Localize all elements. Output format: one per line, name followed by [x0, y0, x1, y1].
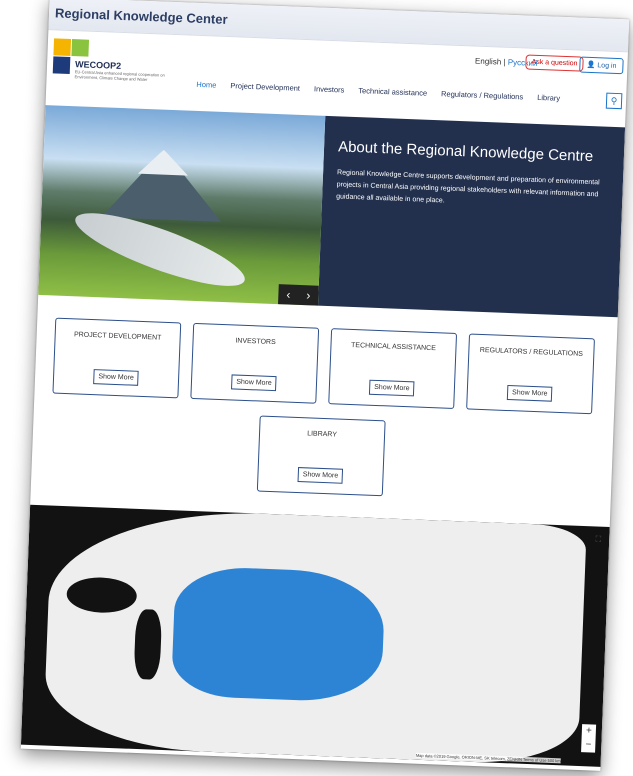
- lang-separator: |: [503, 57, 506, 67]
- hero-description: Regional Knowledge Centre supports devel…: [336, 169, 600, 205]
- card-title: REGULATORS / REGULATIONS: [479, 346, 583, 358]
- login-label: Log in: [597, 62, 617, 70]
- login-button[interactable]: 👤 Log in: [579, 56, 624, 75]
- snow-peak-shape: [137, 148, 189, 176]
- carousel-next-icon[interactable]: ›: [298, 285, 319, 306]
- fullscreen-icon[interactable]: ⛶: [595, 535, 601, 545]
- show-more-button[interactable]: Show More: [93, 369, 140, 386]
- show-more-button[interactable]: Show More: [297, 467, 344, 484]
- card-title: INVESTORS: [235, 337, 276, 347]
- carousel-prev-icon[interactable]: ‹: [278, 284, 299, 305]
- zoom-out-button[interactable]: −: [581, 738, 596, 753]
- logo-yellow-square: [53, 38, 72, 56]
- card-title: PROJECT DEVELOPMENT: [73, 331, 162, 342]
- central-asia-region-highlight[interactable]: [170, 565, 386, 704]
- lang-english-link[interactable]: English: [475, 57, 502, 67]
- logo-navy-square: [52, 56, 71, 74]
- map-zoom-controls: + −: [581, 724, 597, 753]
- logo-subtitle: EU-Central Asia enhanced regional cooper…: [74, 69, 165, 82]
- hero-title: About the Regional Knowledge Centre: [337, 138, 594, 166]
- card-regulators: REGULATORS / REGULATIONS Show More: [466, 333, 595, 415]
- card-title: LIBRARY: [307, 430, 338, 439]
- zoom-in-button[interactable]: +: [582, 724, 597, 739]
- show-more-button[interactable]: Show More: [231, 374, 277, 392]
- user-icon: 👤: [586, 61, 596, 70]
- nav-home[interactable]: Home: [196, 80, 216, 90]
- carousel-controls: ‹ ›: [278, 284, 319, 306]
- card-technical-assistance: TECHNICAL ASSISTANCE Show More: [328, 328, 458, 409]
- nav-technical-assistance[interactable]: Technical assistance: [358, 86, 427, 98]
- main-nav: Home Project Development Investors Techn…: [196, 80, 560, 103]
- search-icon[interactable]: ⚲: [605, 92, 623, 110]
- hero-section: ‹ › About the Regional Knowledge Centre …: [38, 105, 626, 318]
- nav-library[interactable]: Library: [537, 93, 560, 103]
- ask-question-button[interactable]: Ask a question: [525, 54, 584, 72]
- nav-project-development[interactable]: Project Development: [230, 81, 300, 93]
- hero-landscape-image: ‹ ›: [38, 105, 326, 306]
- card-investors: INVESTORS Show More: [190, 322, 320, 404]
- central-asia-map[interactable]: ⛶ + − Map data ©2019 Google, ORION-ME, S…: [20, 504, 610, 767]
- nav-regulators[interactable]: Regulators / Regulations: [441, 89, 523, 101]
- show-more-button[interactable]: Show More: [506, 385, 553, 402]
- card-library: LIBRARY Show More: [256, 415, 386, 497]
- show-more-button[interactable]: Show More: [368, 379, 415, 397]
- logo-green-square: [71, 39, 90, 57]
- wecoop-logo[interactable]: WECOOP2 EU-Central Asia enhanced regiona…: [52, 38, 214, 88]
- card-project-development: PROJECT DEVELOPMENT Show More: [52, 317, 182, 399]
- category-cards: PROJECT DEVELOPMENT Show More INVESTORS …: [30, 295, 618, 527]
- card-title: TECHNICAL ASSISTANCE: [350, 341, 436, 353]
- browser-page: Regional Knowledge Center WECOOP2 EU-Cen…: [20, 0, 630, 771]
- hero-text-panel: About the Regional Knowledge Centre Regi…: [318, 115, 626, 318]
- nav-investors[interactable]: Investors: [314, 84, 345, 94]
